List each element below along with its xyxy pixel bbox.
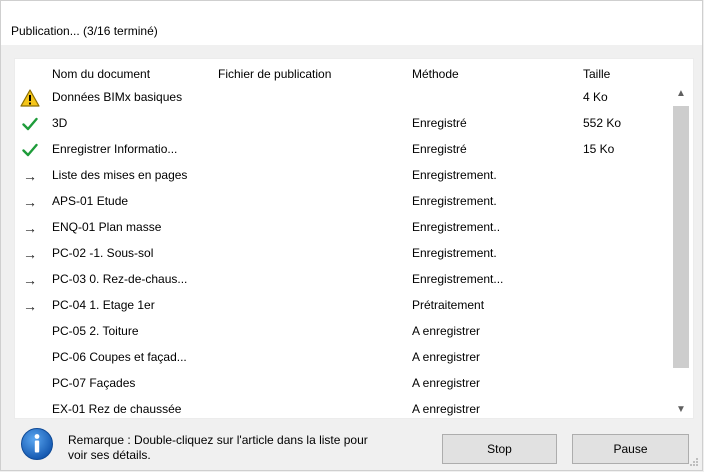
info-icon (21, 428, 53, 460)
document-name: ENQ-01 Plan masse (52, 220, 162, 234)
dialog-title: Publication... (3/16 terminé) (11, 24, 158, 38)
column-header-method[interactable]: Méthode (412, 67, 459, 81)
column-header-size[interactable]: Taille (583, 67, 610, 81)
warning-icon (19, 87, 41, 109)
checkmark-icon (19, 113, 41, 135)
method-cell: A enregistrer (412, 402, 481, 416)
document-name: 3D (52, 116, 68, 130)
list-item[interactable]: 3D Enregistré 552 Ko (15, 111, 670, 137)
method-cell: Enregistrement. (412, 168, 497, 182)
publication-dialog: Publication... (3/16 terminé) Nom du doc… (0, 0, 703, 471)
dialog-title-bar: Publication... (3/16 terminé) (1, 1, 702, 45)
scrollbar-thumb[interactable] (673, 106, 689, 368)
list-item[interactable]: → ENQ-01 Plan masse Enregistrement.. (15, 215, 670, 241)
document-name: PC-03 0. Rez-de-chaus... (52, 272, 188, 286)
stop-button[interactable]: Stop (442, 434, 557, 464)
arrow-right-icon: → (23, 220, 37, 236)
arrow-right-icon: → (23, 246, 37, 262)
document-name: Données BIMx basiques (52, 90, 183, 104)
list-item[interactable]: Données BIMx basiques 4 Ko (15, 85, 670, 111)
document-name: PC-02 -1. Sous-sol (52, 246, 154, 260)
arrow-right-icon: → (23, 194, 37, 210)
arrow-right-icon: → (23, 272, 37, 288)
scroll-down-icon[interactable]: ▼ (669, 401, 693, 418)
scroll-up-icon[interactable]: ▲ (669, 85, 693, 102)
resize-grip-icon[interactable] (689, 457, 699, 467)
method-cell: Enregistrement. (412, 246, 497, 260)
size-cell: 552 Ko (583, 116, 622, 130)
size-cell: 15 Ko (583, 142, 615, 156)
list-item[interactable]: → APS-01 Etude Enregistrement. (15, 189, 670, 215)
list-item[interactable]: PC-07 Façades A enregistrer (15, 371, 670, 397)
list-item[interactable]: → PC-04 1. Etage 1er Prétraitement (15, 293, 670, 319)
document-name: PC-04 1. Etage 1er (52, 298, 155, 312)
pause-button[interactable]: Pause (572, 434, 689, 464)
list-item[interactable]: → PC-03 0. Rez-de-chaus... Enregistrement.… (15, 267, 670, 293)
document-name: EX-01 Rez de chaussée (52, 402, 182, 416)
status-empty (19, 399, 41, 418)
list-item[interactable]: → PC-02 -1. Sous-sol Enregistrement. (15, 241, 670, 267)
method-cell: A enregistrer (412, 350, 481, 364)
footer-note: Remarque : Double-cliquez sur l'article … (68, 433, 368, 462)
method-cell: A enregistrer (412, 376, 481, 390)
document-name: Liste des mises en pages (52, 168, 188, 182)
document-name: PC-05 2. Toiture (52, 324, 139, 338)
status-empty (19, 321, 41, 343)
column-header-file[interactable]: Fichier de publication (218, 67, 331, 81)
document-name: PC-06 Coupes et façad... (52, 350, 187, 364)
list-item[interactable]: → Liste des mises en pages Enregistrement. (15, 163, 670, 189)
size-cell: 4 Ko (583, 90, 608, 104)
method-cell: Enregistré (412, 116, 467, 130)
list-header: Nom du document Fichier de publication M… (15, 59, 670, 85)
list-item[interactable]: PC-06 Coupes et façad... A enregistrer (15, 345, 670, 371)
method-cell: Enregistré (412, 142, 467, 156)
document-list[interactable]: Nom du document Fichier de publication M… (14, 58, 694, 419)
list-item[interactable]: PC-05 2. Toiture A enregistrer (15, 319, 670, 345)
list-item[interactable]: Enregistrer Informatio... Enregistré 15 Ko (15, 137, 670, 163)
method-cell: Prétraitement (412, 298, 485, 312)
arrow-right-icon: → (23, 298, 37, 314)
document-name: APS-01 Etude (52, 194, 129, 208)
status-empty (19, 373, 41, 395)
status-empty (19, 347, 41, 369)
arrow-right-icon: → (23, 168, 37, 184)
checkmark-icon (19, 139, 41, 161)
method-cell: A enregistrer (412, 324, 481, 338)
vertical-scrollbar[interactable]: ▲ ▼ (669, 85, 693, 418)
document-name: PC-07 Façades (52, 376, 136, 390)
column-header-name[interactable]: Nom du document (52, 67, 150, 81)
method-cell: Enregistrement... (412, 272, 504, 286)
list-item[interactable]: EX-01 Rez de chaussée A enregistrer (15, 397, 670, 418)
method-cell: Enregistrement. (412, 194, 497, 208)
method-cell: Enregistrement.. (412, 220, 501, 234)
document-name: Enregistrer Informatio... (52, 142, 178, 156)
